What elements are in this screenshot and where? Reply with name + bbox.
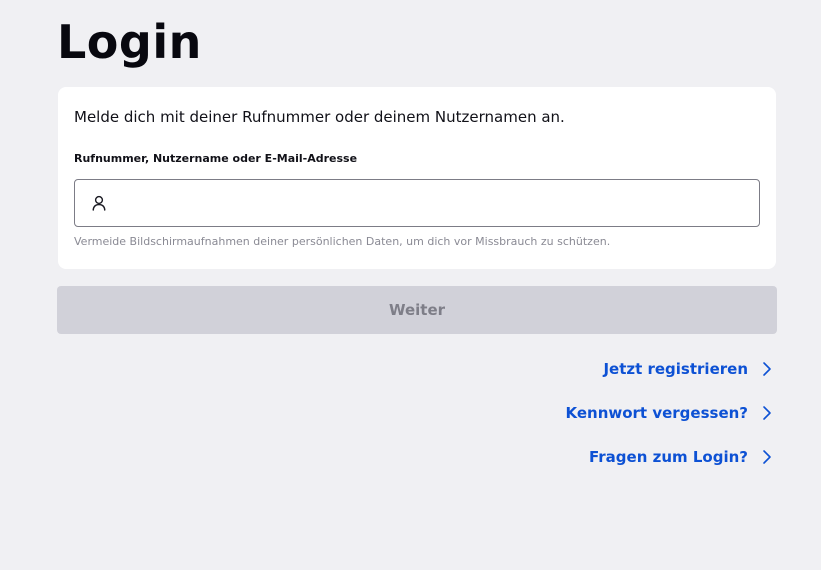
page-title: Login bbox=[57, 15, 202, 69]
login-intro-text: Melde dich mit deiner Rufnummer oder dei… bbox=[74, 108, 565, 126]
register-link[interactable]: Jetzt registrieren bbox=[603, 358, 774, 380]
user-icon bbox=[90, 194, 108, 212]
chevron-right-icon bbox=[760, 361, 774, 377]
identifier-field[interactable] bbox=[74, 179, 760, 227]
register-link-label: Jetzt registrieren bbox=[603, 360, 748, 378]
next-button[interactable]: Weiter bbox=[57, 286, 777, 334]
login-help-link[interactable]: Fragen zum Login? bbox=[589, 446, 774, 468]
chevron-right-icon bbox=[760, 405, 774, 421]
forgot-password-link[interactable]: Kennwort vergessen? bbox=[565, 402, 774, 424]
identifier-field-label: Rufnummer, Nutzername oder E-Mail-Adress… bbox=[74, 152, 358, 165]
identifier-input[interactable] bbox=[119, 180, 749, 226]
login-card: Melde dich mit deiner Rufnummer oder dei… bbox=[58, 87, 776, 269]
chevron-right-icon bbox=[760, 449, 774, 465]
privacy-hint: Vermeide Bildschirmaufnahmen deiner pers… bbox=[74, 235, 611, 248]
forgot-password-link-label: Kennwort vergessen? bbox=[565, 404, 748, 422]
login-help-link-label: Fragen zum Login? bbox=[588, 448, 748, 466]
login-page: Login Melde dich mit deiner Rufnummer od… bbox=[0, 0, 821, 570]
